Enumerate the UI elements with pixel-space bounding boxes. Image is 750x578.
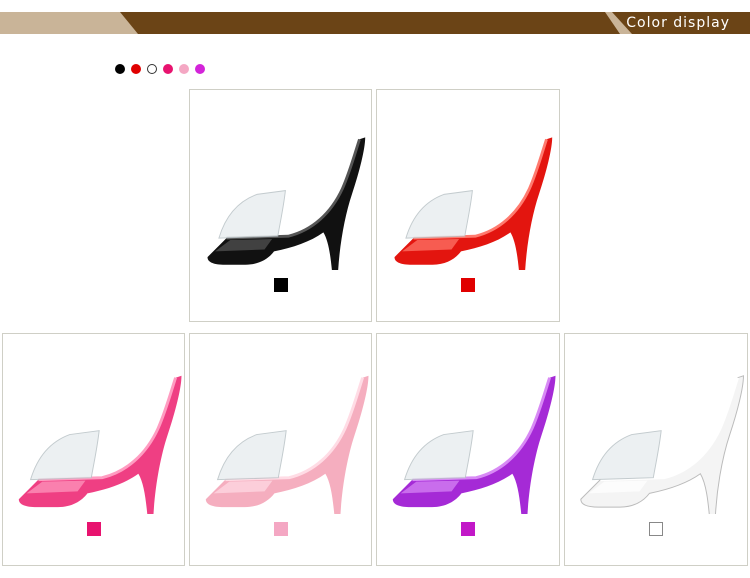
product-card-pink[interactable] xyxy=(189,333,372,566)
product-card-purple[interactable] xyxy=(376,333,560,566)
color-swatch[interactable] xyxy=(461,278,475,292)
color-dot[interactable] xyxy=(163,64,173,74)
product-card-white[interactable] xyxy=(564,333,748,566)
shoe-image xyxy=(207,137,366,270)
shoe-image xyxy=(392,375,556,514)
color-swatch[interactable] xyxy=(649,522,663,536)
color-swatch[interactable] xyxy=(461,522,475,536)
color-swatch[interactable] xyxy=(274,278,288,292)
shoe-image xyxy=(18,375,182,514)
product-card-rose[interactable] xyxy=(2,333,185,566)
shoe-image xyxy=(394,137,553,270)
banner-accent-left xyxy=(0,12,138,34)
color-dot[interactable] xyxy=(115,64,125,74)
color-swatch[interactable] xyxy=(274,522,288,536)
color-dot[interactable] xyxy=(179,64,189,74)
shoe-image xyxy=(205,375,369,514)
product-card-red[interactable] xyxy=(376,89,560,322)
color-swatch[interactable] xyxy=(87,522,101,536)
page-title: Color display xyxy=(626,15,730,31)
color-dot[interactable] xyxy=(147,64,157,74)
product-card-black[interactable] xyxy=(189,89,372,322)
shoe-image xyxy=(580,375,744,514)
color-dot[interactable] xyxy=(195,64,205,74)
color-dot-row xyxy=(115,64,205,74)
color-dot[interactable] xyxy=(131,64,141,74)
